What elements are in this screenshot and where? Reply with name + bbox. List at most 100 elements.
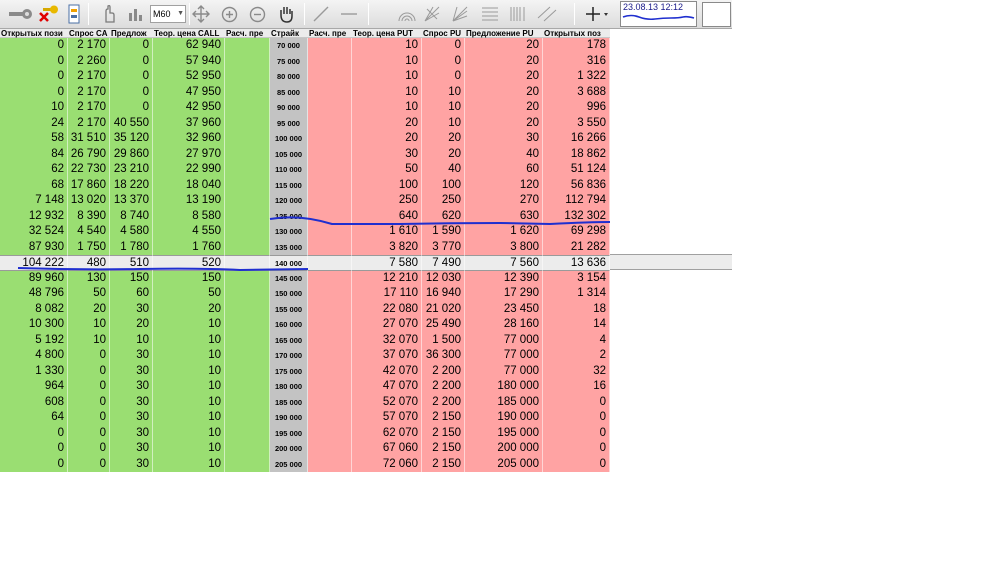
put-theo-price-cell: 10 (352, 69, 422, 85)
call-bid-cell: 0 (68, 394, 110, 410)
zoom-out-icon[interactable] (247, 3, 267, 25)
disconnect-key-icon[interactable] (36, 3, 60, 25)
table-row[interactable]: 0 0 30 10 195 000 62 070 2 150 195 000 0 (0, 425, 610, 441)
header-call-ask[interactable]: Предлож (110, 29, 153, 38)
zoom-in-icon[interactable] (219, 3, 239, 25)
call-settlement-cell (225, 208, 270, 224)
crosshair-move-icon[interactable] (191, 3, 211, 25)
header-call-settlement[interactable]: Расч. пре (225, 29, 270, 38)
table-row[interactable]: 4 800 0 30 10 170 000 37 070 36 300 77 000 2 (0, 348, 610, 364)
put-theo-price-cell: 250 (352, 193, 422, 209)
put-open-interest-cell: 0 (543, 410, 610, 426)
call-bid-cell: 2 170 (68, 115, 110, 131)
table-row[interactable]: 0 0 30 10 205 000 72 060 2 150 205 000 0 (0, 456, 610, 472)
call-bid-cell: 10 (68, 332, 110, 348)
table-row[interactable]: 24 2 170 40 550 37 960 95 000 20 10 20 3 550 (0, 115, 610, 131)
table-row[interactable]: 02 170 0 52 950 80 000 10 0 20 1 322 (0, 69, 610, 85)
put-settlement-cell (308, 348, 352, 364)
table-row[interactable]: 02 170 0 47 950 85 000 10 10 20 3 688 (0, 84, 610, 100)
table-row[interactable]: 608 0 30 10 185 000 52 070 2 200 185 000 0 (0, 394, 610, 410)
put-open-interest-cell: 0 (543, 441, 610, 457)
put-theo-price-cell: 32 070 (352, 332, 422, 348)
table-row[interactable]: 104 222 480 510 520 140 000 7 580 7 490 7 560 13… (0, 255, 610, 271)
bar-chart-icon[interactable] (124, 3, 146, 25)
put-settlement-cell (308, 53, 352, 69)
trend-line-icon[interactable] (310, 3, 332, 25)
table-row[interactable]: 5 192 10 10 10 165 000 32 070 1 500 77 000 4 (0, 332, 610, 348)
call-ask-cell: 1 780 (110, 239, 153, 255)
call-ask-cell: 23 210 (110, 162, 153, 178)
call-settlement-cell (225, 301, 270, 317)
table-row[interactable]: 0 0 30 10 200 000 67 060 2 150 200 000 0 (0, 441, 610, 457)
call-settlement-cell (225, 425, 270, 441)
put-open-interest-cell: 1 322 (543, 69, 610, 85)
table-row[interactable]: 7 148 13 020 13 370 13 190 120 000 250 250 270 1… (0, 193, 610, 209)
fibonacci-retracement-icon[interactable] (479, 3, 501, 25)
table-row[interactable]: 58 31 510 35 120 32 960 100 000 20 20 30 16 266 (0, 131, 610, 147)
call-theo-price-cell: 10 (153, 410, 225, 426)
timeframe-select[interactable]: M60 ▼ (150, 5, 186, 23)
mini-chart[interactable]: 23.08.13 12:12 (620, 1, 697, 27)
table-row[interactable]: 8 082 20 30 20 155 000 22 080 21 020 23 450 18 (0, 301, 610, 317)
table-row[interactable]: 84 26 790 29 860 27 970 105 000 30 20 40 18 862 (0, 146, 610, 162)
header-call-open-interest[interactable]: Открытых пози (0, 29, 68, 38)
call-ask-cell: 10 (110, 332, 153, 348)
header-strike[interactable]: Страйк (270, 29, 308, 38)
header-put-ask[interactable]: Предложение PU (465, 29, 543, 38)
header-put-open-interest[interactable]: Открытых поз (543, 29, 610, 38)
table-row[interactable]: 1 330 0 30 10 175 000 42 070 2 200 77 000 32 (0, 363, 610, 379)
strike-cell: 90 000 (270, 100, 308, 116)
call-bid-cell: 31 510 (68, 131, 110, 147)
header-call-bid[interactable]: Спрос CA (68, 29, 110, 38)
put-settlement-cell (308, 162, 352, 178)
call-settlement-cell (225, 410, 270, 426)
table-row[interactable]: 87 930 1 750 1 780 1 760 135 000 3 820 3 770 3 … (0, 239, 610, 255)
call-settlement-cell (225, 162, 270, 178)
table-row[interactable]: 12 932 8 390 8 740 8 580 125 000 640 620 630 132… (0, 208, 610, 224)
header-call-theo-price[interactable]: Теор. цена CALL (153, 29, 225, 38)
call-theo-price-cell: 10 (153, 379, 225, 395)
scroll-slider-icon[interactable] (66, 3, 82, 25)
header-put-settlement[interactable]: Расч. пре (308, 29, 352, 38)
put-bid-cell: 1 590 (422, 224, 465, 240)
key-icon[interactable] (8, 3, 34, 25)
call-settlement-cell (225, 177, 270, 193)
call-theo-price-cell: 13 190 (153, 193, 225, 209)
table-row[interactable]: 62 22 730 23 210 22 990 110 000 50 40 60 51 124 (0, 162, 610, 178)
put-ask-cell: 77 000 (465, 348, 543, 364)
table-row[interactable]: 10 2 170 0 42 950 90 000 10 10 20 996 (0, 100, 610, 116)
table-row[interactable]: 89 960 130 150 150 145 000 12 210 12 030 12 390… (0, 270, 610, 286)
put-bid-cell: 21 020 (422, 301, 465, 317)
call-settlement-cell (225, 38, 270, 54)
table-row[interactable]: 10 300 10 20 10 160 000 27 070 25 490 28 160 14 (0, 317, 610, 333)
table-row[interactable]: 68 17 860 18 220 18 040 115 000 100 100 120 56 8… (0, 177, 610, 193)
hand-pointer-icon[interactable] (98, 3, 120, 25)
call-ask-cell: 20 (110, 317, 153, 333)
fibonacci-time-icon[interactable] (507, 3, 529, 25)
table-row[interactable]: 02 260 0 57 940 75 000 10 0 20 316 (0, 53, 610, 69)
grab-hand-icon[interactable] (275, 3, 297, 25)
channel-icon[interactable] (535, 3, 559, 25)
horizontal-line-icon[interactable] (338, 3, 360, 25)
put-settlement-cell (308, 208, 352, 224)
header-put-theo-price[interactable]: Теор. цена PUT (352, 29, 422, 38)
strike-cell: 105 000 (270, 146, 308, 162)
put-bid-cell: 620 (422, 208, 465, 224)
call-ask-cell: 0 (110, 69, 153, 85)
table-row[interactable]: 64 0 30 10 190 000 57 070 2 150 190 000 0 (0, 410, 610, 426)
table-row[interactable]: 32 524 4 540 4 580 4 550 130 000 1 610 1 590 1 … (0, 224, 610, 240)
put-ask-cell: 3 800 (465, 239, 543, 255)
put-bid-cell: 250 (422, 193, 465, 209)
put-open-interest-cell: 18 862 (543, 146, 610, 162)
table-row[interactable]: 48 796 50 60 50 150 000 17 110 16 940 17 290 1 3… (0, 286, 610, 302)
table-row[interactable]: 02 170 0 62 940 70 000 10 0 20 178 (0, 38, 610, 54)
header-put-bid[interactable]: Спрос PU (422, 29, 465, 38)
call-ask-cell: 4 580 (110, 224, 153, 240)
gann-fan-icon[interactable] (449, 3, 471, 25)
call-ask-cell: 13 370 (110, 193, 153, 209)
put-ask-cell: 20 (465, 69, 543, 85)
table-row[interactable]: 964 0 30 10 180 000 47 070 2 200 180 000 16 (0, 379, 610, 395)
crosshair-icon[interactable] (584, 3, 610, 25)
fibonacci-fan-icon[interactable] (421, 3, 443, 25)
fibonacci-arcs-icon[interactable] (395, 3, 419, 25)
